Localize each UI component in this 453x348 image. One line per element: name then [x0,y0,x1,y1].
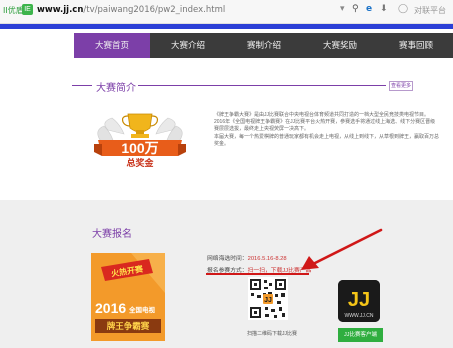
signup-time-value: 2016.5.16-8.28 [247,256,287,262]
chevron-down-icon[interactable]: ▾ [340,4,345,14]
header-strip [0,24,453,29]
jj-app-logo[interactable]: JJ WWW.JJ.CN [338,280,380,322]
search-icon[interactable]: ⚲ [352,4,359,14]
qr-code[interactable]: JJ [248,277,288,320]
signup-time: 网络海选时间：2016.5.16-8.28 [207,253,287,262]
extension-icon[interactable]: ◯ [398,4,408,14]
award-badge: 100万 总奖金 [94,113,186,169]
event-poster[interactable]: 火热开赛 2016 全国电视 牌王争霸赛 [91,253,165,341]
ie-compat-icon[interactable]: e [366,4,372,14]
app-logo-domain: WWW.JJ.CN [345,313,374,319]
nav-item-intro[interactable]: 大赛介绍 [150,33,226,58]
app-logo-text: JJ [348,289,370,311]
intro-paragraph: 本届大赛，每一个热爱棋牌的普通玩家都有机会走上电视，从线上到线下，从草根到牌王，… [214,133,440,147]
browser-address-bar: II优盾 IE www.jj.cn/tv/paiwang2016/pw2_ind… [0,0,453,24]
poster-line1: 全国电视 [128,305,156,314]
url-host: www.jj.cn [37,5,84,15]
signup-time-label: 网络海选时间： [207,256,248,262]
url-path: /tv/paiwang2016/pw2_index.html [83,5,226,15]
jj-logo-icon: JJ WWW.JJ.CN [338,280,380,322]
poster-year: 2016 [95,300,126,316]
qr-center-logo: JJ [264,297,272,304]
app-download-button[interactable]: JJ比赛客户端 [338,328,383,342]
security-badge: II优盾 [3,6,24,15]
nav-item-rules[interactable]: 赛制介绍 [226,33,302,58]
nav-item-awards[interactable]: 大赛奖励 [302,33,378,58]
site-favicon-icon: IE [22,4,33,15]
intro-text: 《牌王争霸大赛》是由JJ比赛联合中央电视台体育频道共同打造的一档大型全民竞技类电… [214,112,439,148]
poster-art: 火热开赛 2016 全国电视 牌王争霸赛 [91,253,165,341]
intro-title: 大赛简介 [96,83,136,94]
qr-caption: 扫描二维码下载JJ比赛 [247,331,298,337]
award-amount: 100万 [121,140,158,156]
registration-title: 大赛报名 [92,229,132,240]
annotation-arrow-icon [301,228,383,270]
highlight-underline [206,273,309,275]
download-icon[interactable]: ⬇ [380,4,388,14]
toolbar-right-label[interactable]: 对联平台 [414,5,446,16]
url-field[interactable]: www.jj.cn/tv/paiwang2016/pw2_index.html [37,5,225,15]
poster-line2: 牌王争霸赛 [107,321,150,332]
qr-code-icon: JJ [248,277,288,320]
divider-line [72,85,92,86]
trophy-icon [127,113,153,133]
award-label: 总奖金 [126,157,154,169]
divider-line [138,85,386,86]
more-button[interactable]: 查看更多 [389,81,413,91]
nav-item-home[interactable]: 大赛首页 [74,33,150,58]
main-nav: 大赛首页 大赛介绍 赛制介绍 大赛奖励 赛事回顾 [74,33,453,58]
nav-item-review[interactable]: 赛事回顾 [378,33,453,58]
intro-paragraph: 2016年《全国电视牌王争霸赛》在JJ比赛平台火热开赛，参赛选手将通过线上海选、… [214,119,436,133]
